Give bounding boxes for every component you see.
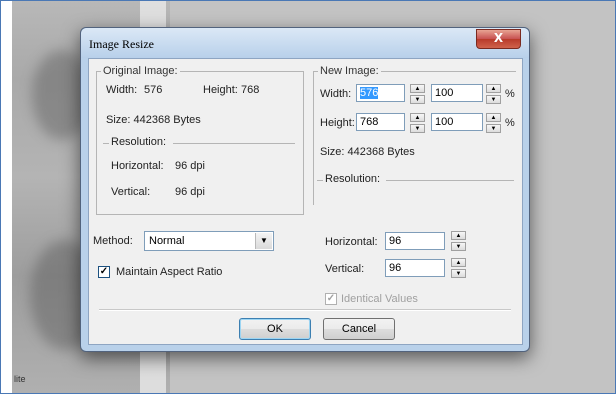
new-width-stepper[interactable]: ▲ ▼ xyxy=(410,84,425,104)
original-resolution-legend: Resolution: xyxy=(111,136,167,148)
new-height-input[interactable]: 768 xyxy=(356,113,405,131)
maintain-aspect-checkbox[interactable]: ✓ xyxy=(98,266,110,278)
new-horizontal-value: 96 xyxy=(389,235,402,247)
new-height-stepper[interactable]: ▲ ▼ xyxy=(410,113,425,133)
original-vertical-value: 96 dpi xyxy=(175,186,205,198)
new-image-group: New Image: Width: 576 ▲ ▼ 100 ▲ ▼ % Height… xyxy=(313,65,516,205)
spin-up-icon[interactable]: ▲ xyxy=(410,84,425,93)
close-icon: X xyxy=(493,31,504,45)
new-width-label: Width: xyxy=(320,88,352,100)
spin-down-icon[interactable]: ▼ xyxy=(451,269,466,278)
dialog-client-area: Original Image: Width: 576 Height: 768 S… xyxy=(88,58,523,345)
new-vertical-stepper[interactable]: ▲ ▼ xyxy=(451,258,466,278)
new-vertical-value: 96 xyxy=(389,262,402,274)
new-height-value: 768 xyxy=(360,116,379,128)
new-resolution-rule xyxy=(386,180,514,181)
original-horizontal-label: Horizontal: xyxy=(111,160,164,172)
original-height-value: 768 xyxy=(241,84,260,96)
spin-up-icon[interactable]: ▲ xyxy=(451,231,466,240)
new-width-value: 576 xyxy=(360,87,379,99)
new-resolution-rule-left xyxy=(317,180,323,181)
width-percent-symbol: % xyxy=(505,88,515,100)
new-horizontal-stepper[interactable]: ▲ ▼ xyxy=(451,231,466,251)
new-height-label: Height: xyxy=(320,117,355,129)
new-height-percent-value: 100 xyxy=(435,116,454,128)
original-horizontal-value: 96 dpi xyxy=(175,160,205,172)
new-image-legend: New Image: xyxy=(318,65,381,77)
spin-up-icon[interactable]: ▲ xyxy=(486,84,501,93)
new-height-percent-stepper[interactable]: ▲ ▼ xyxy=(486,113,501,133)
new-width-percent-input[interactable]: 100 xyxy=(431,84,483,102)
spin-down-icon[interactable]: ▼ xyxy=(451,242,466,251)
new-height-percent-input[interactable]: 100 xyxy=(431,113,483,131)
method-selected-value: Normal xyxy=(149,235,185,247)
maintain-aspect-label: Maintain Aspect Ratio xyxy=(116,266,223,278)
identical-values-label: Identical Values xyxy=(341,293,418,305)
original-resolution-rule xyxy=(173,143,295,144)
original-vertical-label: Vertical: xyxy=(111,186,151,198)
spin-down-icon[interactable]: ▼ xyxy=(486,95,501,104)
original-size-text: Size: 442368 Bytes xyxy=(106,114,201,126)
spin-down-icon[interactable]: ▼ xyxy=(486,124,501,133)
dialog-titlebar[interactable]: Image Resize X xyxy=(81,28,529,58)
method-select[interactable]: Normal ▼ xyxy=(144,231,274,251)
new-size-text: Size: 442368 Bytes xyxy=(320,146,415,158)
spin-down-icon[interactable]: ▼ xyxy=(410,95,425,104)
new-vertical-label: Vertical: xyxy=(325,263,365,275)
close-button[interactable]: X xyxy=(476,29,521,49)
spin-up-icon[interactable]: ▲ xyxy=(410,113,425,122)
new-vertical-input[interactable]: 96 xyxy=(385,259,445,277)
spin-down-icon[interactable]: ▼ xyxy=(410,124,425,133)
cancel-button[interactable]: Cancel xyxy=(323,318,395,340)
original-width-value: 576 xyxy=(144,84,163,96)
original-width-label: Width: xyxy=(106,84,138,96)
new-width-input[interactable]: 576 xyxy=(356,84,405,102)
dialog-title: Image Resize xyxy=(89,37,154,51)
original-image-legend: Original Image: xyxy=(101,65,180,77)
new-resolution-legend: Resolution: xyxy=(325,173,381,185)
chevron-down-icon[interactable]: ▼ xyxy=(255,233,272,249)
new-horizontal-label: Horizontal: xyxy=(325,236,378,248)
original-resolution-rule-left xyxy=(103,143,109,144)
spin-up-icon[interactable]: ▲ xyxy=(486,113,501,122)
method-label: Method: xyxy=(93,235,133,247)
original-image-group: Original Image: Width: 576 Height: 768 S… xyxy=(96,65,304,215)
height-percent-symbol: % xyxy=(505,117,515,129)
spin-up-icon[interactable]: ▲ xyxy=(451,258,466,267)
background-status-text: lite xyxy=(14,374,26,384)
new-width-percent-value: 100 xyxy=(435,87,454,99)
original-height-label: Height: xyxy=(203,84,238,96)
new-horizontal-input[interactable]: 96 xyxy=(385,232,445,250)
new-width-percent-stepper[interactable]: ▲ ▼ xyxy=(486,84,501,104)
button-divider xyxy=(99,309,511,311)
identical-values-checkbox[interactable]: ✓ xyxy=(325,293,337,305)
ok-button[interactable]: OK xyxy=(239,318,311,340)
image-resize-dialog: Image Resize X Original Image: Width: 57… xyxy=(80,27,530,352)
